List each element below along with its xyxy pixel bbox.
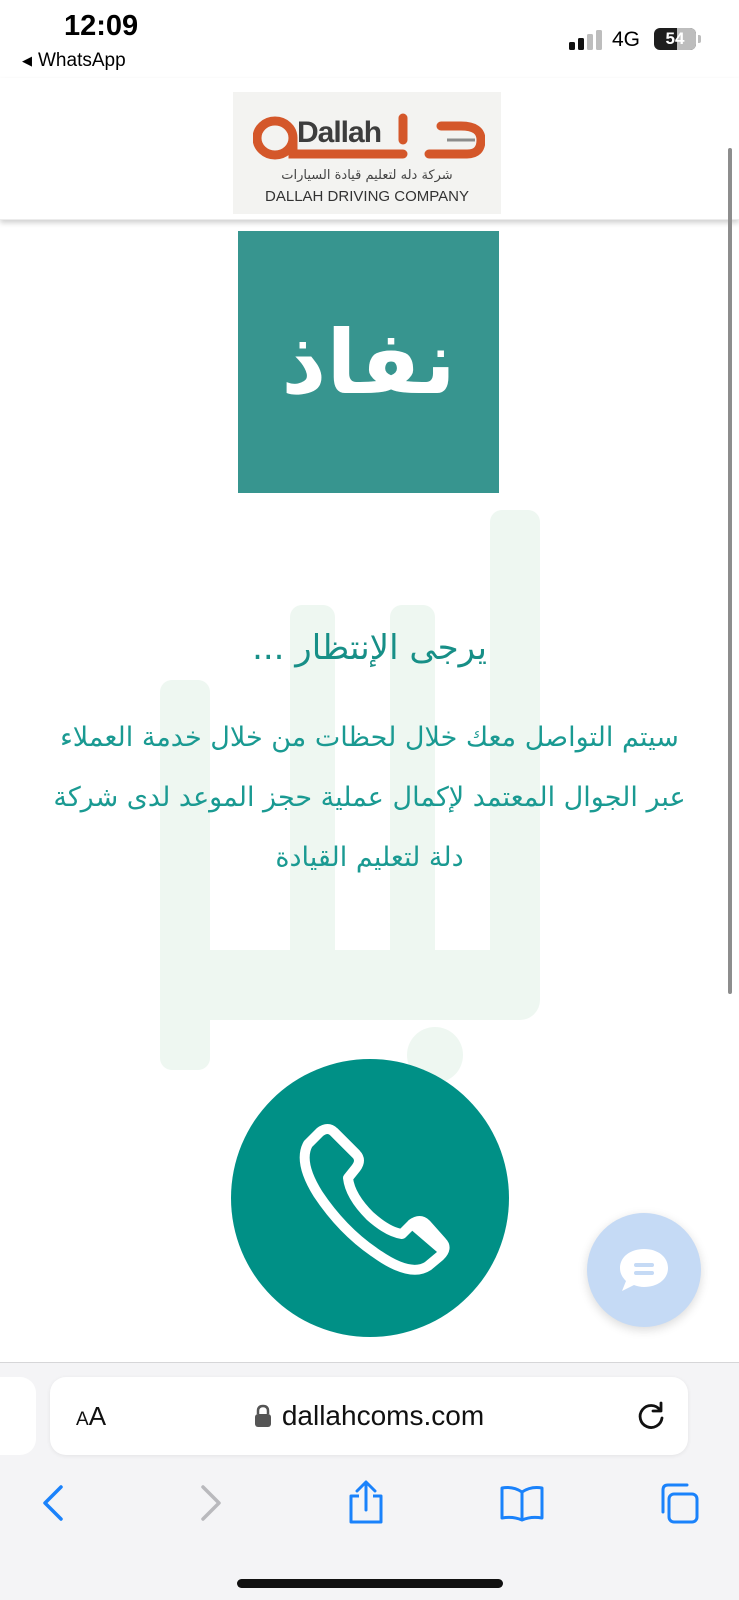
back-triangle-icon: ◀ bbox=[22, 53, 32, 68]
chat-button[interactable] bbox=[587, 1213, 701, 1327]
book-icon bbox=[500, 1486, 544, 1522]
chat-bubble-icon bbox=[620, 1249, 668, 1291]
reload-icon[interactable] bbox=[634, 1399, 668, 1433]
back-button[interactable] bbox=[22, 1473, 82, 1533]
nafath-label: نفاذ bbox=[281, 310, 456, 414]
waiting-title: يرجى الإنتظار ... bbox=[252, 628, 487, 668]
navigation-toolbar bbox=[0, 1473, 739, 1543]
address-bar[interactable]: AA dallahcoms.com bbox=[50, 1377, 688, 1455]
page-scrollbar[interactable] bbox=[728, 148, 732, 994]
nafath-logo: نفاذ bbox=[238, 231, 499, 493]
url-display[interactable]: dallahcoms.com bbox=[50, 1377, 688, 1455]
site-header: Dallah شركة دله لتعليم قيادة السيارات DA… bbox=[0, 78, 739, 220]
browser-toolbar: AA dallahcoms.com bbox=[0, 1362, 739, 1600]
previous-tab-peek[interactable] bbox=[0, 1377, 36, 1455]
chevron-left-icon bbox=[43, 1485, 63, 1521]
logo-english-text: DALLAH DRIVING COMPANY bbox=[265, 188, 469, 205]
back-to-app-link[interactable]: ◀ WhatsApp bbox=[22, 50, 126, 72]
back-app-label: WhatsApp bbox=[38, 50, 126, 71]
bookmarks-button[interactable] bbox=[492, 1473, 552, 1533]
logo-arabic-text: شركة دله لتعليم قيادة السيارات bbox=[281, 168, 453, 183]
home-indicator[interactable] bbox=[237, 1579, 503, 1588]
tabs-button[interactable] bbox=[648, 1473, 708, 1533]
network-type: 4G bbox=[612, 28, 641, 51]
share-button[interactable] bbox=[336, 1473, 396, 1533]
call-button[interactable] bbox=[231, 1059, 509, 1337]
battery-level: 54 bbox=[665, 29, 685, 48]
phone-icon bbox=[299, 1124, 450, 1275]
chevron-right-icon bbox=[201, 1485, 221, 1521]
dallah-logo[interactable]: Dallah شركة دله لتعليم قيادة السيارات DA… bbox=[233, 92, 501, 214]
status-time: 12:09 bbox=[64, 10, 139, 42]
forward-button[interactable] bbox=[182, 1473, 242, 1533]
status-bar: 12:09 ◀ WhatsApp 4G 54 bbox=[0, 0, 739, 78]
logo-brand-text: Dallah bbox=[297, 116, 382, 149]
battery-tip bbox=[698, 35, 701, 43]
tabs-icon bbox=[661, 1483, 699, 1524]
lock-icon bbox=[254, 1404, 271, 1427]
cellular-signal-icon bbox=[569, 30, 602, 50]
share-icon bbox=[349, 1480, 383, 1524]
battery-icon: 54 bbox=[654, 28, 696, 50]
waiting-message: سيتم التواصل معك خلال لحظات من خلال خدمة… bbox=[53, 722, 686, 873]
url-text: dallahcoms.com bbox=[281, 1400, 485, 1431]
